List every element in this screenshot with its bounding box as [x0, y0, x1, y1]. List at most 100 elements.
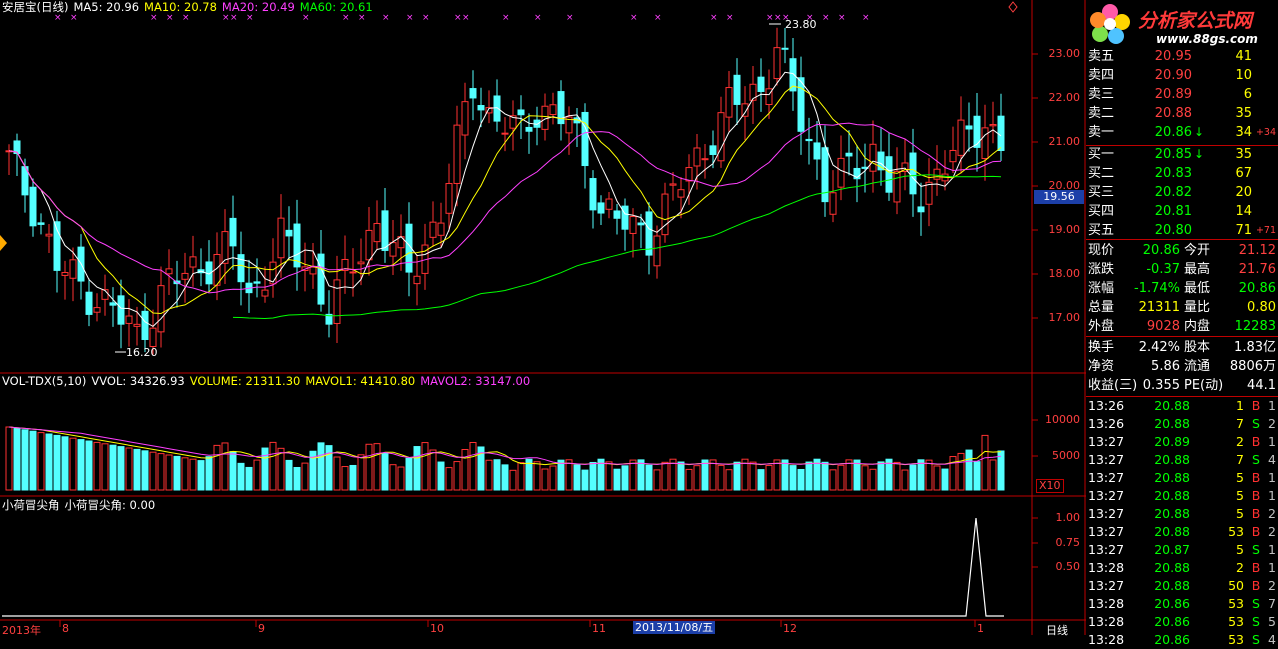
price-axis-label: 22.00 [1048, 91, 1081, 104]
stat-row: 总量 21311 量比 0.80 [1088, 298, 1276, 317]
candle [957, 96, 965, 174]
ma20-value: MA20: 20.49 [221, 0, 295, 14]
ask-row[interactable]: 卖一 20.86 ↓ 34 +34 [1088, 123, 1276, 142]
bid-row[interactable]: 买四 20.81 14 [1088, 202, 1276, 221]
order-volume: 20 [1235, 185, 1252, 200]
volume-bar [917, 459, 925, 491]
candle [877, 128, 885, 186]
tick-volume: 53 [1228, 524, 1244, 539]
candle [37, 213, 45, 235]
chart-canvas[interactable]: × × × × × × × × × × × × × × × × × × × × × × × × × × × × × × [0, 0, 1086, 635]
candle [45, 223, 53, 254]
bid-row[interactable]: 买二 20.83 67 [1088, 164, 1276, 183]
stat-label: 涨跌 [1088, 262, 1115, 277]
volume-bar [893, 461, 901, 491]
order-price: 20.86 [1154, 125, 1192, 140]
tick-row[interactable]: 13:28 20.88 2 B 1 [1088, 559, 1276, 577]
candle [189, 235, 197, 287]
signal-markers: × × × × × × × × × × × × × × × × × × × × × × × × × × × × × × [54, 13, 870, 23]
candle [381, 187, 389, 263]
tick-row[interactable]: 13:27 20.88 5 B 2 [1088, 505, 1276, 523]
period-button[interactable]: 日线 [1046, 622, 1068, 638]
mavol1-value: MAVOL1: 41410.80 [305, 374, 416, 388]
candle [605, 192, 613, 219]
order-volume: 6 [1243, 87, 1252, 102]
volume-bar [437, 461, 445, 491]
price-axis-label: 19.00 [1048, 223, 1081, 236]
bid-row[interactable]: 买五 20.80 71 +71 [1088, 221, 1276, 240]
volume-bar [909, 464, 917, 491]
order-price: 20.85 [1154, 147, 1192, 162]
tick-row[interactable]: 13:26 20.88 7 S 2 [1088, 415, 1276, 433]
order-level-label: 卖一 [1088, 125, 1115, 140]
candle [389, 219, 397, 276]
volume-bar [341, 466, 349, 491]
order-price: 20.82 [1154, 185, 1192, 200]
volume-bar [469, 441, 477, 491]
date-axis-label: 12 [783, 622, 797, 635]
bid-row[interactable]: 买一 20.85 ↓ 35 [1088, 145, 1276, 164]
volume-bar [157, 453, 165, 491]
ask-row[interactable]: 卖五 20.95 41 [1088, 47, 1276, 66]
bid-row[interactable]: 买三 20.82 20 [1088, 183, 1276, 202]
candle [757, 58, 765, 112]
order-level-label: 卖五 [1088, 49, 1115, 64]
volume-bars [5, 426, 1005, 491]
volume-bar [853, 459, 861, 491]
tick-row[interactable]: 13:27 20.87 5 S 1 [1088, 541, 1276, 559]
date-axis-label: 9 [258, 622, 265, 635]
volume-bar [957, 452, 965, 491]
ask-row[interactable]: 卖三 20.89 6 [1088, 85, 1276, 104]
signal-marker-icon: × [838, 13, 846, 23]
stat-label: 总量 [1088, 300, 1115, 315]
volume-bar [5, 426, 13, 491]
stat-value: 1.83亿 [1234, 340, 1276, 355]
tick-row[interactable]: 13:27 20.88 5 B 1 [1088, 487, 1276, 505]
indicator-axis-label: 0.50 [1055, 560, 1081, 573]
candle [933, 145, 941, 196]
stat-label: 现价 [1088, 243, 1115, 258]
candle [5, 144, 13, 175]
tick-row[interactable]: 13:27 20.88 53 B 2 [1088, 523, 1276, 541]
order-price: 20.88 [1154, 106, 1192, 121]
stat-row: 涨幅 -1.74% 最低 20.86 [1088, 279, 1276, 298]
stat-label: 最高 [1184, 262, 1211, 277]
tick-row[interactable]: 13:26 20.88 1 B 1 [1088, 397, 1276, 415]
candle [725, 70, 733, 132]
volume-bar [557, 459, 565, 491]
volume-bar [789, 465, 797, 491]
volume-bar [637, 459, 645, 491]
candle [485, 90, 493, 124]
volume-bar [493, 459, 501, 491]
tick-volume: 50 [1228, 578, 1244, 593]
candle [469, 70, 477, 121]
tick-row[interactable]: 13:28 20.86 53 S 5 [1088, 613, 1276, 631]
ask-row[interactable]: 卖四 20.90 10 [1088, 66, 1276, 85]
stock-title: 安居宝(日线) [2, 0, 69, 14]
candle [701, 144, 709, 179]
order-volume: 35 [1235, 106, 1252, 121]
tick-count: 4 [1268, 632, 1276, 647]
candle [981, 104, 989, 181]
indicator-axis-label: 0.75 [1055, 536, 1081, 549]
stat-value: 0.355 [1142, 378, 1180, 393]
volume-bar [69, 437, 77, 491]
tick-price: 20.88 [1154, 488, 1190, 503]
tick-row[interactable]: 13:28 20.86 53 S 7 [1088, 595, 1276, 613]
tick-row[interactable]: 13:27 20.88 50 B 2 [1088, 577, 1276, 595]
volume-bar [373, 443, 381, 491]
volume-bar [605, 461, 613, 491]
order-volume: 34 [1235, 125, 1252, 140]
signal-marker-icon: × [630, 13, 638, 23]
candle [589, 170, 597, 229]
tick-row[interactable]: 13:28 20.86 53 S 4 [1088, 631, 1276, 649]
tick-price: 20.87 [1154, 542, 1190, 557]
tick-row[interactable]: 13:27 20.89 2 B 1 [1088, 433, 1276, 451]
candle [165, 249, 173, 295]
volume-header: VOL-TDX(5,10) VVOL: 34326.93 VOLUME: 21311… [2, 374, 535, 388]
candle [221, 209, 229, 284]
ma60-value: MA60: 20.61 [299, 0, 373, 14]
tick-row[interactable]: 13:27 20.88 5 B 1 [1088, 469, 1276, 487]
tick-row[interactable]: 13:27 20.88 7 S 4 [1088, 451, 1276, 469]
ask-row[interactable]: 卖二 20.88 35 [1088, 104, 1276, 123]
